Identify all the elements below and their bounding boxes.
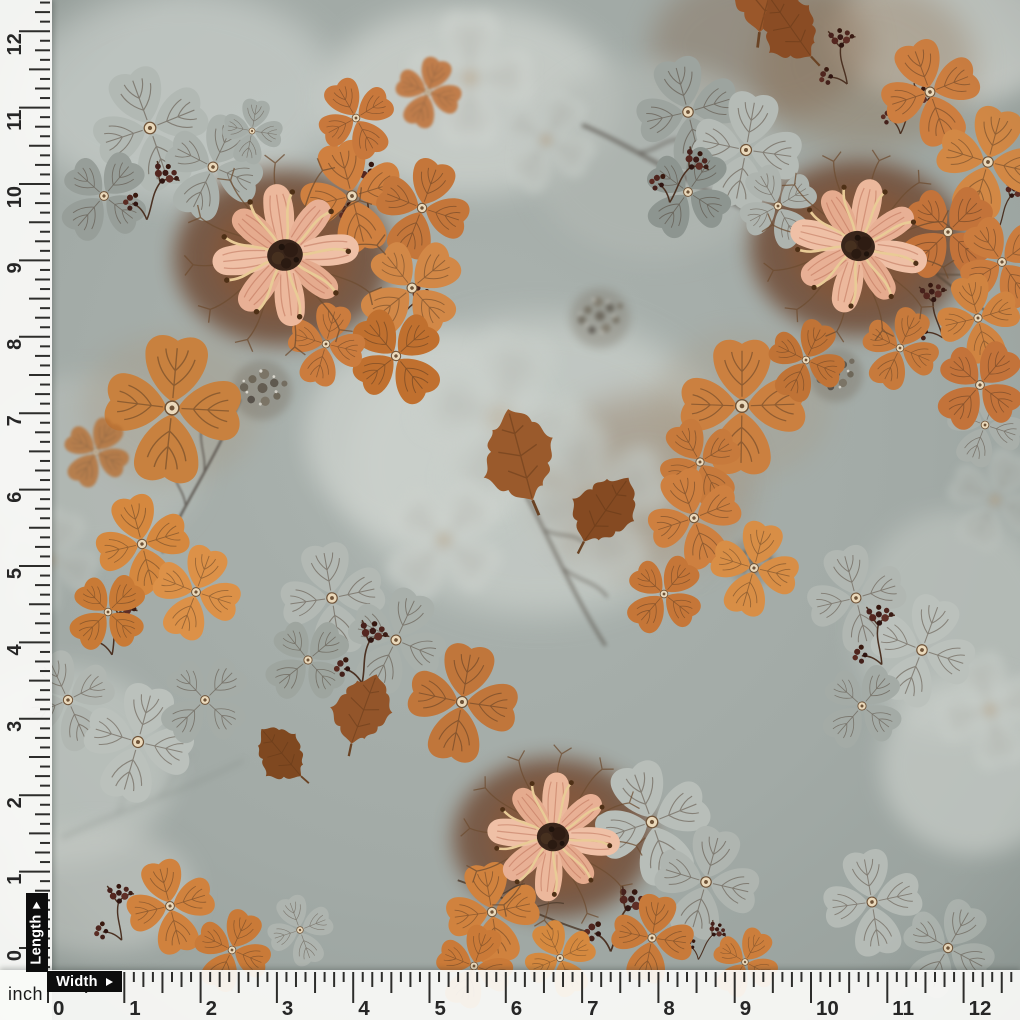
width-ruler-strip	[0, 970, 1020, 1020]
unit-label: inch	[8, 984, 43, 1005]
arrow-right-icon	[106, 978, 113, 986]
length-ruler-strip	[0, 0, 52, 1020]
fabric-swatch-photo: 01234567891011120123456789101112 Length …	[0, 0, 1020, 1020]
length-label-rotated: Length	[29, 901, 45, 964]
width-label: Width	[56, 974, 98, 990]
fabric-vignette	[0, 0, 1020, 1020]
arrow-up-icon	[33, 901, 41, 908]
length-label-box: Length	[26, 893, 48, 972]
length-label: Length	[29, 914, 45, 964]
fabric-print	[0, 0, 1020, 1020]
width-label-box: Width	[47, 971, 122, 992]
